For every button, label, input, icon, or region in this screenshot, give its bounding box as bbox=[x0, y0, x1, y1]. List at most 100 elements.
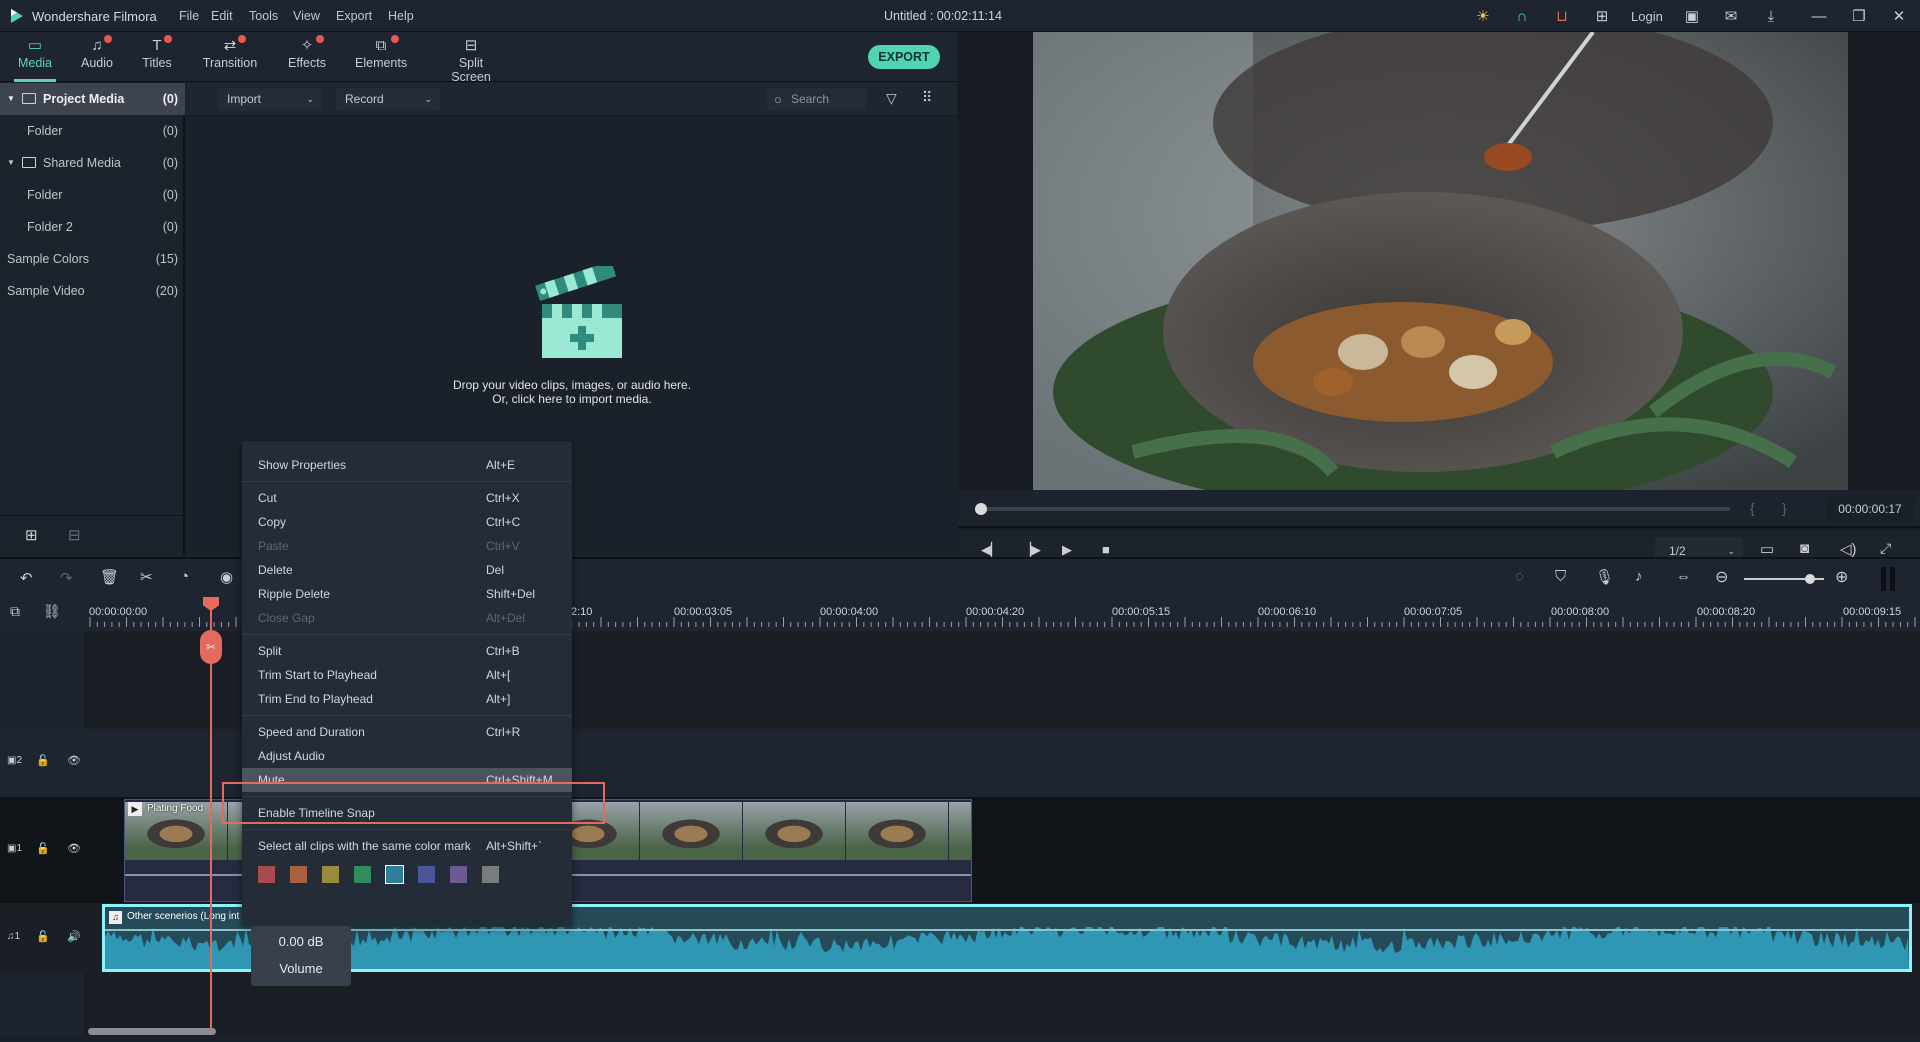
color-mark-swatch[interactable] bbox=[322, 866, 339, 883]
tab-audio[interactable]: ♫ Audio bbox=[78, 35, 116, 80]
restore-icon[interactable]: ❐ bbox=[1850, 7, 1868, 25]
timeline-scrollbar[interactable] bbox=[88, 1028, 216, 1035]
menu-item-trim-start-to-playhead[interactable]: Trim Start to Playhead Alt+[ bbox=[242, 663, 572, 687]
save-icon[interactable]: ▣ bbox=[1683, 7, 1701, 25]
render-preview-icon[interactable]: ◌ bbox=[1515, 568, 1524, 585]
fullscreen-icon[interactable]: ⤢ bbox=[1880, 540, 1891, 557]
tab-split-screen[interactable]: ⊟ Split Screen bbox=[438, 36, 504, 84]
tab-effects[interactable]: ✧ Effects bbox=[286, 35, 328, 80]
expand-arrow-icon[interactable]: ▼ bbox=[7, 147, 15, 179]
menu-item-ripple-delete[interactable]: Ripple Delete Shift+Del bbox=[242, 582, 572, 606]
previous-frame-icon[interactable]: ◀▏ bbox=[981, 542, 1001, 558]
color-mark-swatch[interactable] bbox=[258, 866, 275, 883]
delete-icon[interactable]: 🗑 bbox=[100, 568, 119, 586]
menu-item-select-all-clips-with-the-same-color-mark[interactable]: Select all clips with the same color mar… bbox=[242, 834, 572, 858]
timeline-zoom-thumb[interactable] bbox=[1804, 574, 1815, 584]
speed-icon[interactable]: ◔ bbox=[180, 568, 189, 585]
snapshot-icon[interactable]: ◙ bbox=[1800, 540, 1809, 557]
sidebar-item-sample-video[interactable]: Sample Video (20) bbox=[0, 275, 185, 307]
tab-elements[interactable]: ⧉ Elements bbox=[355, 35, 407, 80]
cut-icon[interactable]: ✂ bbox=[140, 568, 153, 586]
zoom-in-icon[interactable]: ⊕ bbox=[1835, 567, 1848, 587]
filter-icon[interactable]: ▽ bbox=[886, 90, 897, 107]
zoom-out-icon[interactable]: ⊖ bbox=[1715, 567, 1728, 587]
color-mark-swatch[interactable] bbox=[290, 866, 307, 883]
color-mark-swatch[interactable] bbox=[354, 866, 371, 883]
clapperboard-add-icon[interactable] bbox=[532, 266, 622, 366]
redo-icon[interactable]: ↷ bbox=[60, 569, 73, 587]
sidebar-item-shared-folder[interactable]: Folder (0) bbox=[0, 179, 185, 211]
tab-titles[interactable]: T Titles bbox=[140, 35, 174, 80]
color-mark-swatch[interactable] bbox=[385, 865, 404, 884]
menu-edit[interactable]: Edit bbox=[211, 9, 233, 23]
split-scissors-icon[interactable]: ✂ bbox=[200, 630, 222, 664]
mail-icon[interactable]: ✉ bbox=[1722, 7, 1740, 25]
fit-timeline-icon[interactable]: ⇔ bbox=[1676, 568, 1691, 585]
menu-item-delete[interactable]: Delete Del bbox=[242, 558, 572, 582]
download-icon[interactable]: ⤓ bbox=[1762, 7, 1780, 25]
next-frame-icon[interactable]: ▕▶ bbox=[1021, 542, 1041, 558]
sidebar-item-sample-colors[interactable]: Sample Colors (15) bbox=[0, 243, 185, 275]
menu-item-adjust-audio[interactable]: Adjust Audio bbox=[242, 744, 572, 768]
login-button[interactable]: Login bbox=[1631, 9, 1663, 24]
minimize-icon[interactable]: — bbox=[1810, 7, 1828, 25]
sidebar-item-project-media[interactable]: ▼ Project Media (0) bbox=[0, 83, 185, 115]
microphone-icon[interactable]: 🎙 bbox=[1595, 568, 1614, 586]
menu-tools[interactable]: Tools bbox=[249, 9, 278, 23]
color-mark-swatch[interactable] bbox=[482, 866, 499, 883]
undo-icon[interactable]: ↶ bbox=[20, 569, 33, 587]
tab-transition[interactable]: ⇄ Transition bbox=[202, 35, 258, 80]
preview-progress-track[interactable] bbox=[978, 507, 1730, 511]
sidebar-item-folder-2[interactable]: Folder 2 (0) bbox=[0, 211, 185, 243]
menu-item-show-properties[interactable]: Show Properties Alt+E bbox=[242, 453, 572, 477]
mark-in-icon[interactable]: { bbox=[1750, 500, 1755, 516]
search-input[interactable]: ○ Search bbox=[767, 88, 867, 111]
menu-export[interactable]: Export bbox=[336, 9, 372, 23]
delete-folder-icon[interactable]: ⊟ bbox=[68, 526, 81, 544]
link-icon[interactable]: ⛓ bbox=[43, 603, 61, 620]
volume-icon[interactable]: ◁) bbox=[1840, 540, 1857, 558]
color-icon[interactable]: ◉ bbox=[220, 568, 233, 586]
cart-icon[interactable]: ⊔ bbox=[1553, 7, 1571, 25]
menu-view[interactable]: View bbox=[293, 9, 320, 23]
menu-item-cut[interactable]: Cut Ctrl+X bbox=[242, 486, 572, 510]
expand-arrow-icon[interactable]: ▼ bbox=[7, 83, 15, 115]
marker-icon[interactable]: ⛉ bbox=[1555, 568, 1566, 585]
color-mark-swatch[interactable] bbox=[450, 866, 467, 883]
audio-mixer-icon[interactable]: ♪ bbox=[1635, 568, 1643, 585]
mark-out-icon[interactable]: } bbox=[1782, 500, 1787, 516]
display-icon[interactable]: ▭ bbox=[1760, 540, 1774, 558]
menu-help[interactable]: Help bbox=[388, 9, 414, 23]
stop-icon[interactable]: ■ bbox=[1102, 542, 1110, 557]
eye-icon[interactable]: 👁 bbox=[67, 754, 81, 767]
preview-progress-thumb[interactable] bbox=[975, 503, 987, 515]
speaker-icon[interactable]: 🔊 bbox=[67, 930, 81, 943]
menu-separator bbox=[242, 715, 572, 716]
new-folder-icon[interactable]: ⊞ bbox=[25, 526, 38, 544]
export-button[interactable]: EXPORT bbox=[868, 45, 940, 69]
lock-icon[interactable]: 🔓 bbox=[36, 754, 50, 767]
sidebar-item-shared-media[interactable]: ▼ Shared Media (0) bbox=[0, 147, 185, 179]
import-dropdown[interactable]: Import ⌄ bbox=[218, 88, 322, 111]
grid-view-icon[interactable]: ⠿ bbox=[922, 89, 932, 106]
gift-icon[interactable]: ⊞ bbox=[1593, 7, 1611, 25]
lock-icon[interactable]: 🔓 bbox=[36, 930, 50, 943]
color-mark-swatch[interactable] bbox=[418, 866, 435, 883]
sidebar-item-folder[interactable]: Folder (0) bbox=[0, 115, 185, 147]
menu-item-split[interactable]: Split Ctrl+B bbox=[242, 639, 572, 663]
record-dropdown[interactable]: Record ⌄ bbox=[336, 88, 440, 111]
eye-icon[interactable]: 👁 bbox=[67, 842, 81, 855]
menu-item-trim-end-to-playhead[interactable]: Trim End to Playhead Alt+] bbox=[242, 687, 572, 711]
tab-media[interactable]: ▭ Media bbox=[14, 36, 56, 82]
close-icon[interactable]: ✕ bbox=[1890, 7, 1908, 25]
add-track-icon[interactable]: ⧉ bbox=[10, 603, 20, 620]
pause-icon[interactable] bbox=[1881, 567, 1895, 591]
lock-icon[interactable]: 🔓 bbox=[36, 842, 50, 855]
lightbulb-icon[interactable]: ☀ bbox=[1474, 7, 1492, 25]
menu-item-copy[interactable]: Copy Ctrl+C bbox=[242, 510, 572, 534]
menu-item-speed-and-duration[interactable]: Speed and Duration Ctrl+R bbox=[242, 720, 572, 744]
import-media-hint[interactable]: Drop your video clips, images, or audio … bbox=[187, 378, 957, 406]
menu-file[interactable]: File bbox=[179, 9, 199, 23]
play-icon[interactable]: ▶ bbox=[1062, 542, 1072, 558]
headset-icon[interactable]: ∩ bbox=[1513, 7, 1531, 25]
